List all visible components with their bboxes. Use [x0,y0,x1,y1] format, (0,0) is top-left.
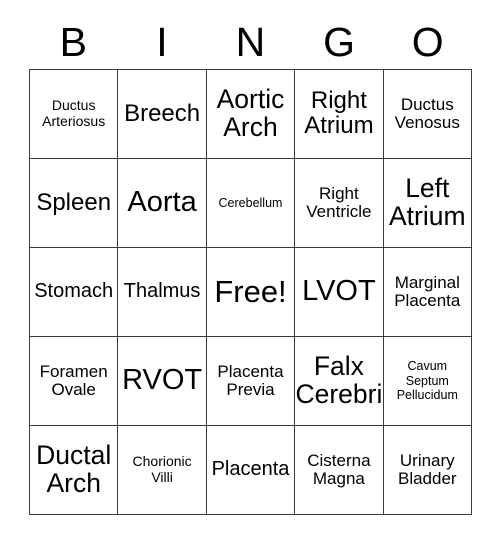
bingo-free-space-label: Free! [214,274,287,310]
bingo-grid: Ductus Arteriosus Breech Aortic Arch Rig… [29,69,472,515]
bingo-card: B I N G O Ductus Arteriosus Breech Aorti… [0,0,500,544]
bingo-header-row: B I N G O [29,17,472,67]
bingo-cell-label: Breech [124,99,201,127]
bingo-cell-label: Cavum Septum Pellucidum [396,358,458,403]
bingo-cell-r3c1[interactable]: Stomach [30,248,119,337]
bingo-cell-r4c5[interactable]: Cavum Septum Pellucidum [383,337,472,426]
bingo-cell-label: RVOT [122,364,203,397]
bingo-cell-label: Left Atrium [389,173,466,231]
bingo-cell-r1c4[interactable]: Right Atrium [295,70,384,159]
bingo-header-letter-i: I [156,18,168,65]
bingo-cell-r5c1[interactable]: Ductal Arch [30,426,119,515]
bingo-cell-r3c4[interactable]: LVOT [295,248,384,337]
bingo-cell-r3c5[interactable]: Marginal Placenta [383,248,472,337]
bingo-header-letter-g: G [323,18,356,65]
bingo-cell-label: Right Atrium [304,87,374,139]
bingo-cell-r2c1[interactable]: Spleen [30,159,119,248]
bingo-cell-free-space[interactable]: Free! [206,248,296,337]
bingo-cell-label: LVOT [302,275,376,308]
bingo-header-letter-n: N [235,18,266,65]
bingo-cell-r4c1[interactable]: Foramen Ovale [30,337,119,426]
bingo-cell-label: Cerebellum [218,195,283,210]
bingo-header-letter-o: O [411,18,444,65]
bingo-cell-r4c3[interactable]: Placenta Previa [206,337,296,426]
bingo-cell-r1c1[interactable]: Ductus Arteriosus [30,70,119,159]
bingo-cell-r2c2[interactable]: Aorta [118,159,207,248]
bingo-cell-label: Foramen Ovale [39,361,108,399]
bingo-cell-label: Placenta [211,458,290,481]
bingo-cell-label: Ductal Arch [36,440,112,498]
bingo-cell-label: Aorta [127,186,197,219]
bingo-cell-r4c2[interactable]: RVOT [118,337,207,426]
bingo-cell-r5c5[interactable]: Urinary Bladder [383,426,472,515]
bingo-cell-label: Aortic Arch [216,84,285,142]
bingo-cell-r5c4[interactable]: Cisterna Magna [295,426,384,515]
bingo-cell-label: Chorionic Villi [132,453,192,485]
bingo-cell-label: Placenta Previa [217,361,284,399]
bingo-cell-label: Urinary Bladder [397,450,457,488]
bingo-cell-label: Spleen [36,188,112,216]
bingo-cell-r2c5[interactable]: Left Atrium [383,159,472,248]
bingo-header-letter-b: B [59,18,87,65]
bingo-cell-label: Right Ventricle [306,183,372,221]
bingo-cell-r2c4[interactable]: Right Ventricle [295,159,384,248]
bingo-cell-label: Cisterna Magna [307,450,371,488]
bingo-cell-r3c2[interactable]: Thalmus [118,248,207,337]
bingo-cell-r1c2[interactable]: Breech [118,70,207,159]
bingo-cell-label: Ductus Arteriosus [42,97,106,129]
bingo-cell-r1c5[interactable]: Ductus Venosus [383,70,472,159]
bingo-cell-label: Falx Cerebri [295,351,383,409]
bingo-cell-r5c3[interactable]: Placenta [206,426,296,515]
bingo-cell-label: Stomach [34,280,114,303]
bingo-cell-label: Thalmus [123,280,201,303]
bingo-cell-label: Marginal Placenta [394,272,461,310]
bingo-cell-r1c3[interactable]: Aortic Arch [206,70,296,159]
bingo-cell-label: Ductus Venosus [394,94,460,132]
bingo-cell-r5c2[interactable]: Chorionic Villi [118,426,207,515]
bingo-cell-r2c3[interactable]: Cerebellum [206,159,296,248]
bingo-cell-r4c4[interactable]: Falx Cerebri [295,337,384,426]
